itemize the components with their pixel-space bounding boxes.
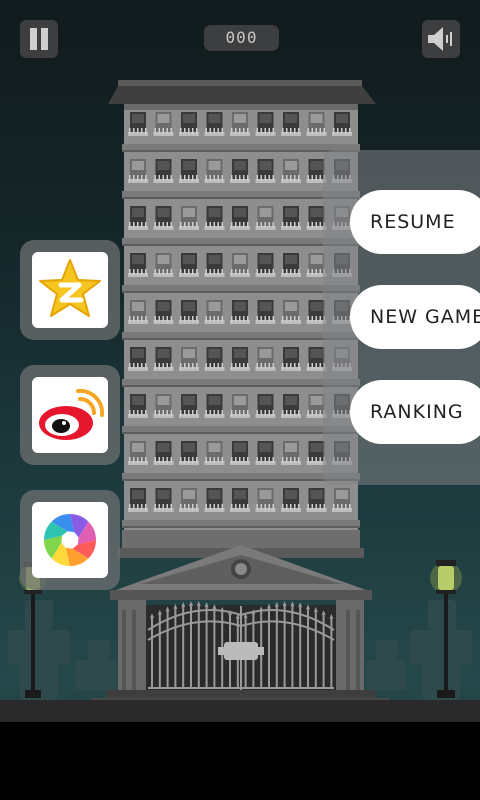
new-game-button[interactable]: NEW GAME	[350, 285, 480, 349]
pause-icon	[30, 28, 48, 50]
speaker-icon	[428, 27, 452, 51]
weibo-eye-icon	[39, 388, 105, 440]
share-moments-icon-bg	[32, 502, 108, 578]
ranking-button[interactable]: RANKING	[350, 380, 480, 444]
share-weibo-button[interactable]	[20, 365, 120, 465]
pause-button[interactable]	[20, 20, 58, 58]
bottom-black-area	[0, 722, 480, 800]
share-qzone-icon-bg	[32, 252, 108, 328]
game-screen: 000 RESUME NEW GAME RANKING	[0, 0, 480, 800]
resume-button[interactable]: RESUME	[350, 190, 480, 254]
ground	[0, 700, 480, 722]
share-qzone-button[interactable]	[20, 240, 120, 340]
share-moments-button[interactable]	[20, 490, 120, 590]
score-display: 000	[204, 25, 279, 51]
sound-toggle-button[interactable]	[422, 20, 460, 58]
share-weibo-icon-bg	[32, 377, 108, 453]
qzone-star-icon	[39, 259, 101, 317]
moments-aperture-icon	[44, 514, 96, 566]
